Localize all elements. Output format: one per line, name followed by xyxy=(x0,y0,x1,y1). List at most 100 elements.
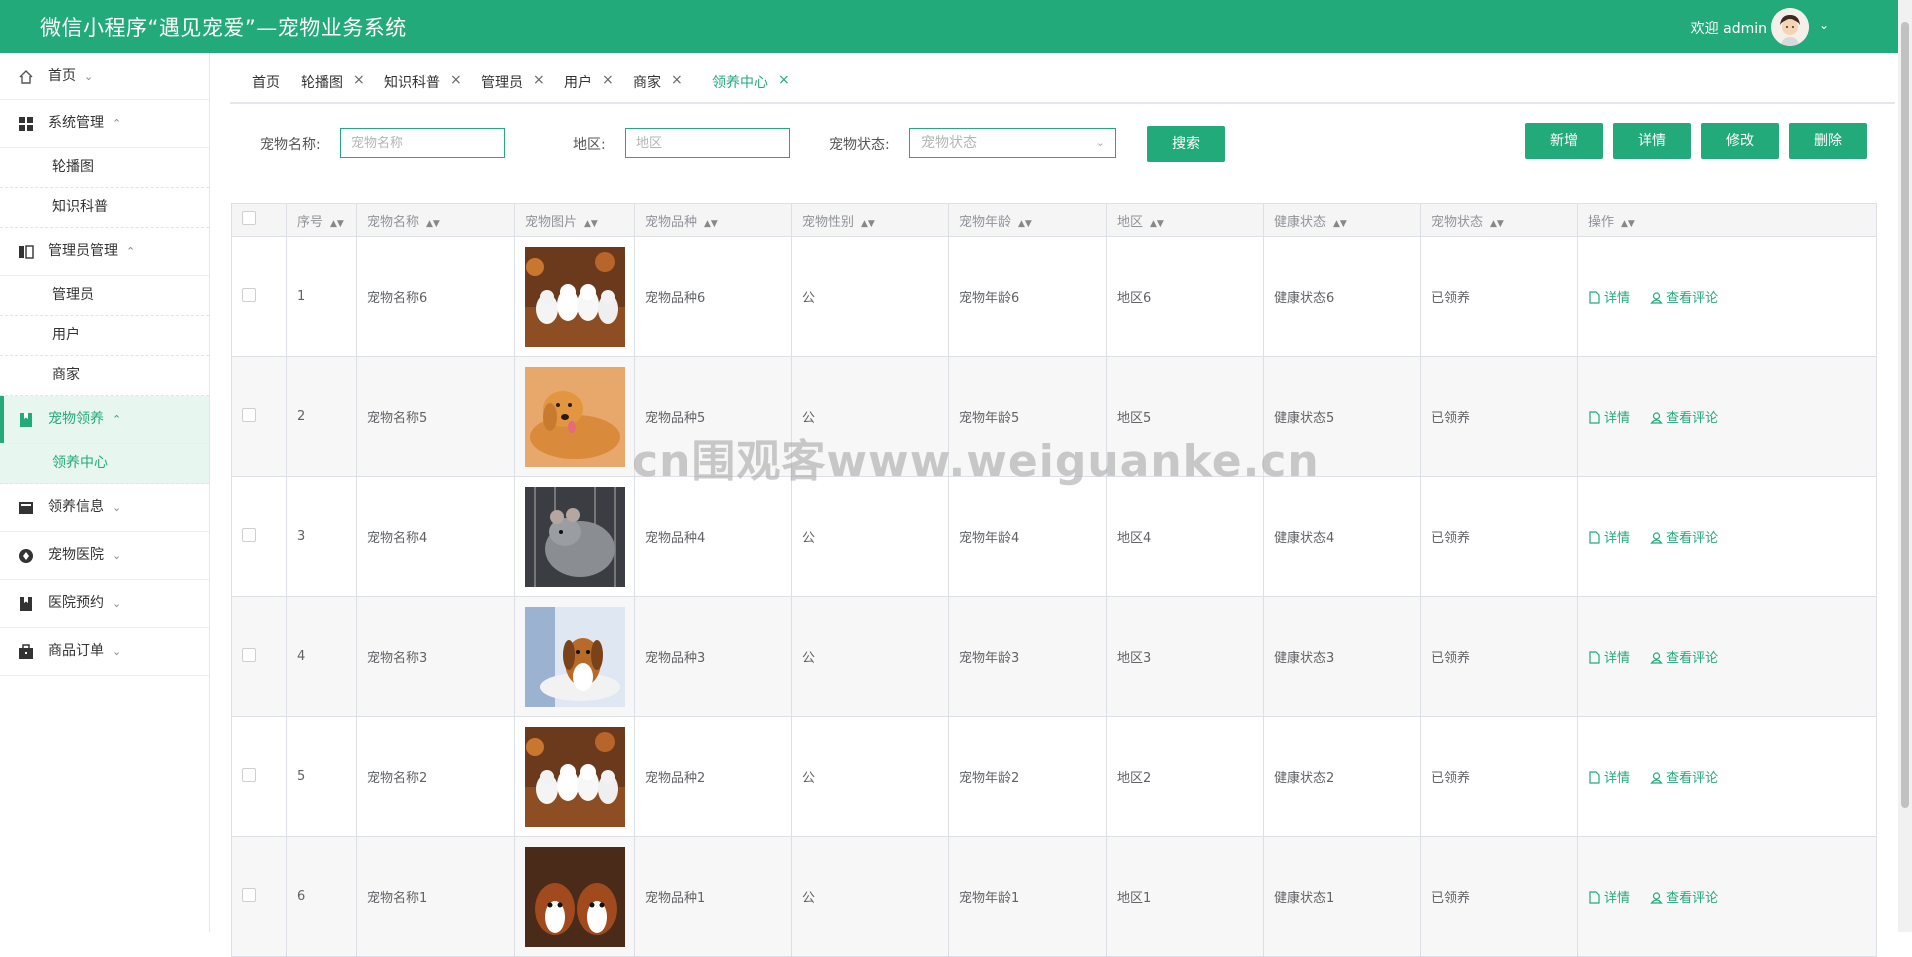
add-button[interactable]: 新增 xyxy=(1525,123,1603,159)
document-icon xyxy=(1589,291,1600,304)
health-cell: 健康状态6 xyxy=(1263,236,1421,357)
pet-name-input[interactable] xyxy=(340,128,505,158)
chevron-up-icon: ⌃ xyxy=(126,245,136,258)
sidebar-item-hospital[interactable]: 宠物医院 ⌄ xyxy=(0,532,209,580)
row-detail-link[interactable]: 详情 xyxy=(1588,651,1630,666)
table-row[interactable]: 6 宠物名称1 宠物品种1 公 宠物年龄1 地区1 健康状态1 已领养 详情 查… xyxy=(231,836,1877,957)
chevron-down-icon: ⌄ xyxy=(112,645,122,658)
sidebar-item-home[interactable]: 首页 ⌄ xyxy=(0,53,209,100)
sidebar-subitem-adopt-center[interactable]: 领养中心 xyxy=(0,444,209,484)
row-actions-cell: 详情 查看评论 xyxy=(1577,476,1877,597)
tab-home[interactable]: 首页 xyxy=(252,72,280,92)
sidebar-item-orders[interactable]: 商品订单 ⌄ xyxy=(0,628,209,676)
close-icon[interactable]: × xyxy=(353,72,365,88)
sidebar-item-admin[interactable]: 管理员管理 ⌃ xyxy=(0,228,209,276)
region-label: 地区: xyxy=(573,137,606,153)
tab-admins[interactable]: 管理员 × xyxy=(481,72,545,92)
sidebar-subitem-admins[interactable]: 管理员 xyxy=(0,276,209,316)
table-row[interactable]: 1 宠物名称6 宠物品种6 公 宠物年龄6 地区6 健康状态6 已领养 详情 查… xyxy=(231,236,1877,357)
pet-gender-cell: 公 xyxy=(791,356,949,477)
sidebar-item-adopt-info[interactable]: 领养信息 ⌄ xyxy=(0,484,209,532)
chevron-down-icon: ⌄ xyxy=(112,501,122,514)
grid-icon xyxy=(19,117,33,131)
row-checkbox[interactable] xyxy=(242,287,256,302)
edit-button[interactable]: 修改 xyxy=(1701,123,1779,159)
pet-image-cell xyxy=(514,356,635,477)
search-button[interactable]: 搜索 xyxy=(1147,126,1225,162)
table-row[interactable]: 3 宠物名称4 宠物品种4 公 宠物年龄4 地区4 健康状态4 已领养 详情 查… xyxy=(231,476,1877,597)
col-header[interactable]: 宠物品种 ▲▼ xyxy=(634,203,792,237)
row-detail-label: 详情 xyxy=(1604,291,1631,306)
col-header[interactable]: 健康状态 ▲▼ xyxy=(1263,203,1421,237)
pet-name-cell: 宠物名称1 xyxy=(356,836,515,957)
sidebar-item-booking[interactable]: 医院预约 ⌄ xyxy=(0,580,209,628)
detail-button[interactable]: 详情 xyxy=(1613,123,1691,159)
tab-carousel[interactable]: 轮播图 × xyxy=(301,72,365,92)
tab-merchants[interactable]: 商家 × xyxy=(633,72,683,92)
sidebar-item-system[interactable]: 系统管理 ⌃ xyxy=(0,100,209,148)
col-header[interactable]: 宠物年龄 ▲▼ xyxy=(948,203,1107,237)
sidebar-subitem-knowledge[interactable]: 知识科普 xyxy=(0,188,209,228)
col-header[interactable]: 操作 ▲▼ xyxy=(1577,203,1877,237)
pet-age-cell: 宠物年龄4 xyxy=(948,476,1107,597)
row-number: 1 xyxy=(286,236,357,357)
row-detail-link[interactable]: 详情 xyxy=(1588,531,1630,546)
sidebar-subitem-carousel[interactable]: 轮播图 xyxy=(0,148,209,188)
close-icon[interactable]: × xyxy=(450,72,462,88)
pet-status-cell: 已领养 xyxy=(1420,236,1578,357)
sidebar-subitem-users[interactable]: 用户 xyxy=(0,316,209,356)
row-select-cell xyxy=(231,236,287,357)
col-header[interactable]: 宠物图片 ▲▼ xyxy=(514,203,635,237)
vertical-scrollbar[interactable] xyxy=(1898,0,1912,932)
close-icon[interactable]: × xyxy=(533,72,545,88)
sidebar-subitem-merchants[interactable]: 商家 xyxy=(0,356,209,396)
compass-icon xyxy=(19,549,33,563)
col-header[interactable]: 序号 ▲▼ xyxy=(286,203,357,237)
col-header-label: 操作 xyxy=(1588,214,1615,230)
close-icon[interactable]: × xyxy=(671,72,683,88)
tab-adopt-center[interactable]: 领养中心 × xyxy=(712,72,790,92)
row-checkbox[interactable] xyxy=(242,887,256,902)
close-icon[interactable]: × xyxy=(602,72,614,88)
scrollbar-thumb[interactable] xyxy=(1901,22,1909,808)
row-detail-link[interactable]: 详情 xyxy=(1588,771,1630,786)
pet-status-select[interactable]: 宠物状态 ⌄ xyxy=(909,128,1116,158)
row-comments-link[interactable]: 查看评论 xyxy=(1650,771,1718,786)
table-row[interactable]: 4 宠物名称3 宠物品种3 公 宠物年龄3 地区3 健康状态3 已领养 详情 查… xyxy=(231,596,1877,717)
region-cell: 地区2 xyxy=(1106,716,1264,837)
tab-users[interactable]: 用户 × xyxy=(564,72,614,92)
region-cell: 地区3 xyxy=(1106,596,1264,717)
sidebar-item-label: 首页 xyxy=(48,68,76,84)
col-header[interactable]: 宠物状态 ▲▼ xyxy=(1420,203,1578,237)
delete-button[interactable]: 删除 xyxy=(1789,123,1867,159)
sidebar-item-adopt[interactable]: 宠物领养 ⌃ xyxy=(0,396,209,444)
close-icon[interactable]: × xyxy=(778,72,790,88)
row-checkbox[interactable] xyxy=(242,527,256,542)
row-comments-link[interactable]: 查看评论 xyxy=(1650,651,1718,666)
region-input[interactable] xyxy=(625,128,790,158)
pet-name-cell: 宠物名称2 xyxy=(356,716,515,837)
row-checkbox[interactable] xyxy=(242,407,256,422)
tab-label: 首页 xyxy=(252,75,280,91)
row-comments-link[interactable]: 查看评论 xyxy=(1650,291,1718,306)
row-detail-link[interactable]: 详情 xyxy=(1588,891,1630,906)
row-detail-link[interactable]: 详情 xyxy=(1588,291,1630,306)
table-row[interactable]: 5 宠物名称2 宠物品种2 公 宠物年龄2 地区2 健康状态2 已领养 详情 查… xyxy=(231,716,1877,837)
col-header[interactable]: 宠物名称 ▲▼ xyxy=(356,203,515,237)
pet-photo-white-puppies xyxy=(525,726,625,827)
avatar[interactable] xyxy=(1771,8,1809,46)
row-checkbox[interactable] xyxy=(242,767,256,782)
sort-icon: ▲▼ xyxy=(426,218,440,229)
col-header[interactable]: 宠物性别 ▲▼ xyxy=(791,203,949,237)
row-detail-label: 详情 xyxy=(1604,891,1631,906)
row-checkbox[interactable] xyxy=(242,647,256,662)
row-comments-link[interactable]: 查看评论 xyxy=(1650,411,1718,426)
row-comments-link[interactable]: 查看评论 xyxy=(1650,531,1718,546)
row-detail-link[interactable]: 详情 xyxy=(1588,411,1630,426)
select-all-checkbox[interactable] xyxy=(242,211,256,225)
table-row[interactable]: 2 宠物名称5 宠物品种5 公 宠物年龄5 地区5 健康状态5 已领养 详情 查… xyxy=(231,356,1877,477)
user-menu-chevron-down-icon[interactable]: ⌄ xyxy=(1819,18,1829,32)
tab-knowledge[interactable]: 知识科普 × xyxy=(384,72,462,92)
row-comments-link[interactable]: 查看评论 xyxy=(1650,891,1718,906)
col-header[interactable]: 地区 ▲▼ xyxy=(1106,203,1264,237)
